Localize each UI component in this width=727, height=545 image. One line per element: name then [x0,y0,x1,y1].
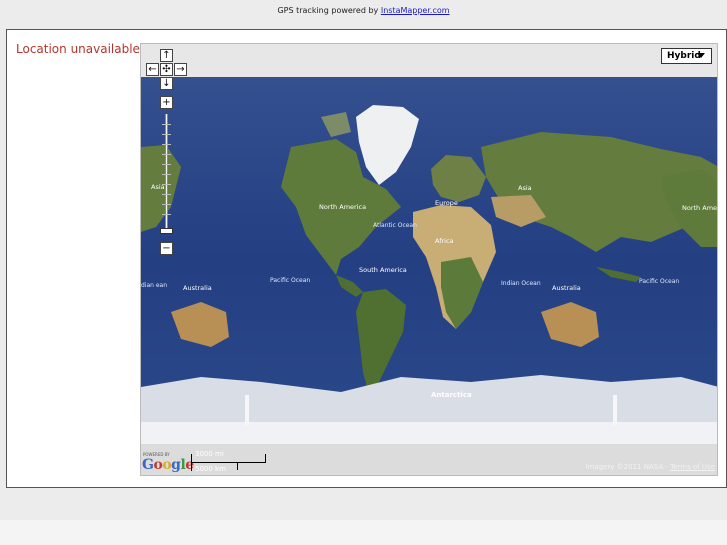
label-africa: Africa [435,237,454,245]
scale-km: 5000 km [195,465,226,473]
scale-miles: 3000 mi [195,450,224,458]
map-copyright: Imagery ©2011 NASA - Terms of Use [586,463,715,471]
label-dian-ean: dian ean [141,282,167,289]
location-status: Location unavailable [16,42,140,56]
label-atlantic-ocean: Atlantic Ocean [373,222,417,229]
label-australia-right: Australia [552,284,581,292]
scale-bar-line [191,462,266,463]
map-view[interactable]: Asia North America Atlantic Ocean Europe… [140,43,718,476]
tracker-panel: Location unavailable Asia North America … [6,29,727,488]
world-imagery[interactable]: Asia North America Atlantic Ocean Europe… [141,77,718,444]
zoom-in-button[interactable]: + [160,96,173,109]
pan-center-button[interactable]: ✣ [160,63,173,76]
label-south-america: South America [359,266,407,274]
label-north-america: North America [319,203,366,211]
label-indian-ocean: Indian Ocean [501,280,541,287]
label-australia-left: Australia [183,284,212,292]
chevron-down-icon [697,53,705,58]
google-logo[interactable]: Google [142,457,194,473]
header-prefix: GPS tracking powered by [277,6,379,15]
terms-link[interactable]: Terms of Use [670,463,715,471]
label-europe: Europe [435,199,458,207]
label-pacific-right: Pacific Ocean [639,278,679,285]
instamapper-link[interactable]: InstaMapper.com [381,6,450,15]
pan-left-button[interactable]: ← [146,63,159,76]
zoom-slider-handle[interactable] [160,228,173,234]
map-bottom-band [141,444,717,475]
map-type-label: Hybrid [667,51,701,61]
label-north-america-right: North America [682,204,718,212]
label-antarctica: Antarctica [431,391,472,399]
zoom-out-button[interactable]: − [160,242,173,255]
page-footer [0,520,727,545]
pan-up-button[interactable]: ↑ [160,49,173,62]
label-asia-right: Asia [518,184,532,192]
map-type-selector[interactable]: Hybrid [661,48,712,64]
pan-down-button[interactable]: ↓ [160,77,173,90]
label-pacific-left: Pacific Ocean [270,277,310,284]
map-top-band [141,44,717,77]
page-header: GPS tracking powered by InstaMapper.com [0,0,727,22]
pan-right-button[interactable]: → [174,63,187,76]
copyright-text: Imagery ©2011 NASA - [585,463,668,471]
